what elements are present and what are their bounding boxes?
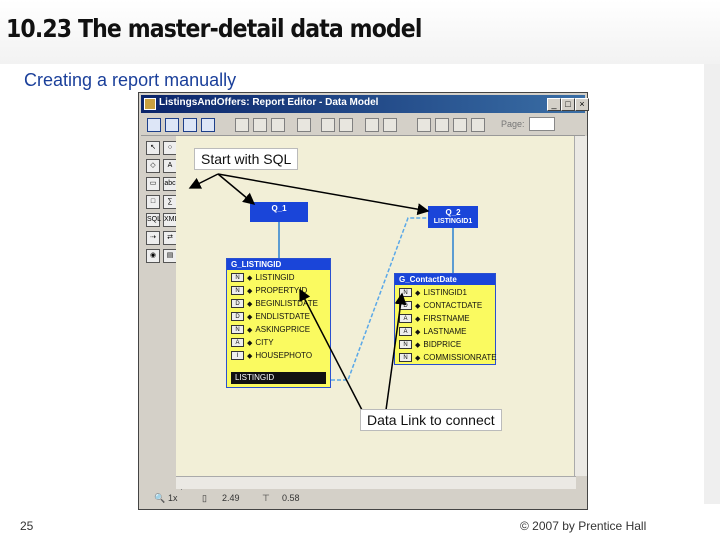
cursor-position-icon: ⊤ [262, 493, 270, 503]
y-coordinate: 0.58 [282, 493, 300, 503]
status-bar: 🔍 1x ▯ 2.49 ⊤ 0.58 [140, 490, 586, 508]
connector-overlay [188, 173, 454, 411]
x-coordinate: 2.49 [222, 493, 240, 503]
zoom-level: 1x [168, 493, 178, 503]
page-icon: ▯ [202, 493, 207, 503]
callout-start-with-sql: Start with SQL [194, 148, 299, 170]
zoom-icon: 🔍 [154, 493, 166, 503]
callout-arrow [385, 292, 407, 411]
callout-arrow [217, 173, 430, 216]
callout-arrow [299, 288, 363, 411]
callout-data-link: Data Link to connect [360, 409, 502, 431]
slide-copyright: © 2007 by Prentice Hall [520, 519, 647, 533]
data-link-line[interactable] [331, 217, 428, 381]
callout-arrow [188, 173, 219, 189]
slide-page-number: 25 [20, 519, 34, 533]
callout-arrow [217, 173, 256, 205]
